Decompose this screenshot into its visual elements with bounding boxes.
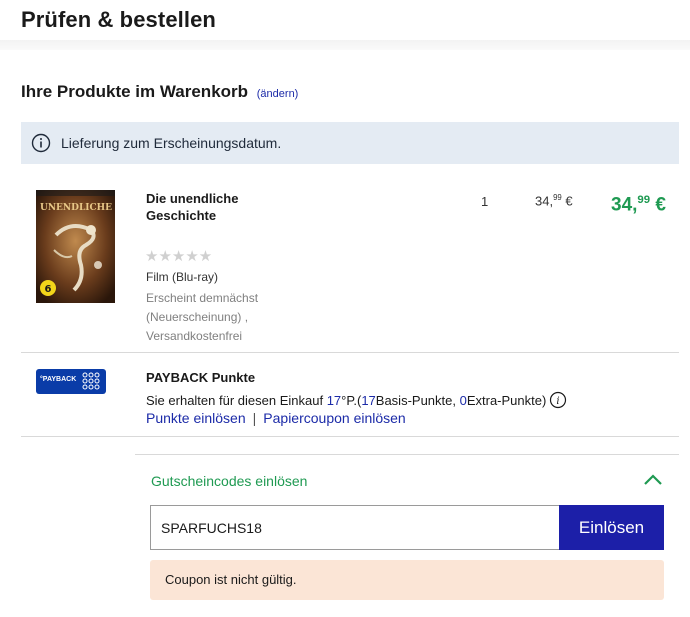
payback-dots-icon	[82, 372, 100, 390]
rating-stars: ★★★★★	[145, 248, 213, 265]
age-rating-badge: 6	[45, 284, 52, 295]
unit-price-currency: €	[561, 193, 573, 209]
total-price-main: 34,	[611, 194, 638, 216]
link-separator: |	[252, 410, 257, 426]
payback-title: PAYBACK Punkte	[146, 370, 256, 385]
page-title: Prüfen & bestellen	[21, 7, 216, 32]
chevron-up-icon[interactable]	[643, 473, 663, 487]
redeem-points-link[interactable]: Punkte einlösen	[146, 410, 246, 426]
coupon-section: Gutscheincodes einlösen Einlösen Coupon …	[135, 454, 679, 617]
payback-links: Punkte einlösen | Papiercoupon einlösen	[146, 410, 406, 426]
product-quantity: 1	[481, 194, 489, 209]
payback-divider	[21, 436, 679, 437]
product-format: Film (Blu-ray)	[146, 270, 218, 284]
svg-text:i: i	[557, 396, 560, 407]
payback-basis-points: 17	[361, 392, 376, 408]
cart-title-text: Ihre Produkte im Warenkorb	[21, 82, 249, 101]
coupon-error-text: Coupon ist nicht gültig.	[165, 572, 297, 587]
payback-info-icon[interactable]: i	[549, 391, 567, 409]
delivery-info-text: Lieferung zum Erscheinungsdatum.	[61, 135, 282, 151]
unit-price-main: 34,	[535, 193, 554, 209]
cart-product-row: UNENDLICHE 6 Die unendliche Geschichte ★…	[21, 180, 679, 352]
product-cover-image[interactable]: UNENDLICHE 6	[36, 190, 115, 303]
total-price-cents: 99	[637, 194, 651, 206]
header-divider	[0, 40, 690, 50]
delivery-info-banner: Lieferung zum Erscheinungsdatum.	[21, 122, 679, 164]
payback-desc-prefix: Sie erhalten für diesen Einkauf	[146, 392, 324, 408]
payback-points-unit: °P.	[341, 392, 357, 408]
redeem-coupon-button[interactable]: Einlösen	[559, 505, 664, 550]
cart-change-link[interactable]: (ändern)	[257, 88, 299, 100]
svg-text:UNENDLICHE: UNENDLICHE	[40, 203, 112, 213]
product-availability: Erscheint demnächst (Neuerscheinung) , V…	[146, 291, 259, 343]
info-icon	[31, 133, 51, 153]
product-name[interactable]: Die unendliche Geschichte	[146, 190, 266, 224]
total-price: 34,99 €	[611, 194, 666, 216]
unit-price-cents: 99	[553, 193, 562, 202]
payback-description: Sie erhalten für diesen Einkauf 17 °P. (…	[146, 391, 567, 409]
payback-desc-mid2: Basis-Punkte,	[375, 392, 456, 408]
page-header: Prüfen & bestellen	[0, 0, 690, 44]
coupon-code-input[interactable]	[150, 505, 560, 550]
payback-desc-suffix: Extra-Punkte)	[466, 392, 547, 408]
coupon-section-title[interactable]: Gutscheincodes einlösen	[151, 473, 307, 489]
coupon-error-banner: Coupon ist nicht gültig.	[150, 560, 664, 600]
cart-section-title: Ihre Produkte im Warenkorb (ändern)	[21, 82, 298, 102]
product-divider	[21, 352, 679, 353]
payback-logo: °PAYBACK	[36, 369, 106, 394]
payback-logo-text: °PAYBACK	[40, 376, 77, 383]
total-price-currency: €	[650, 194, 666, 216]
payback-extra-points: 0	[459, 392, 467, 408]
unit-price: 34,99 €	[535, 193, 573, 208]
payback-points-total: 17	[326, 392, 342, 408]
paper-coupon-link[interactable]: Papiercoupon einlösen	[263, 410, 405, 426]
